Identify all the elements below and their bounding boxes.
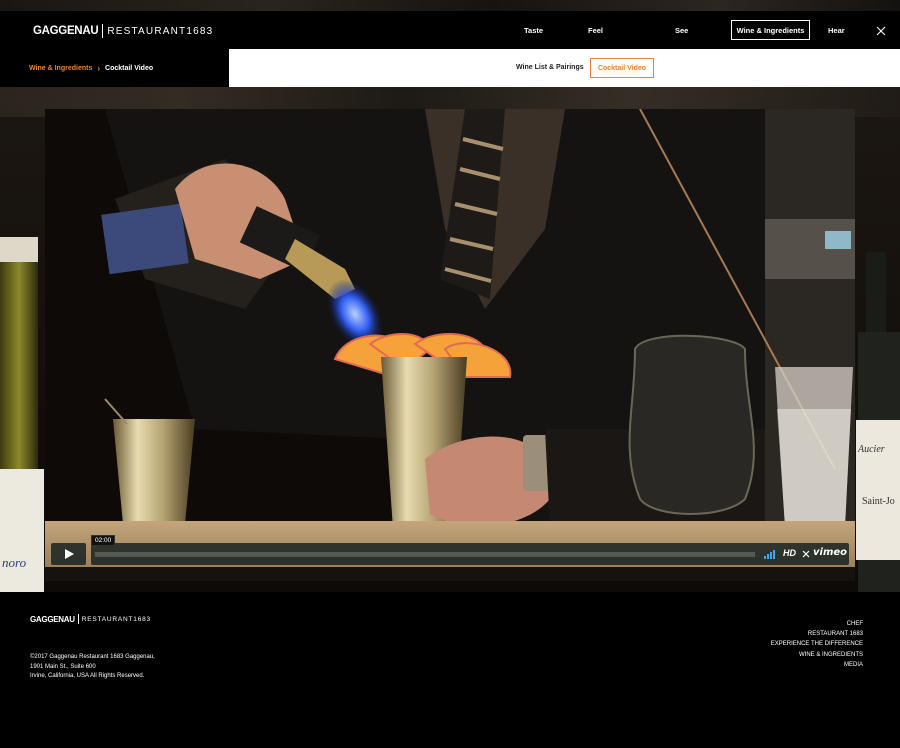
nav-taste[interactable]: Taste bbox=[524, 26, 543, 35]
video-frame-image bbox=[45, 109, 855, 581]
subnav-cocktail-video[interactable]: Cocktail Video bbox=[590, 58, 654, 78]
play-icon bbox=[64, 549, 74, 559]
vimeo-logo[interactable]: vimeo bbox=[813, 547, 847, 558]
nav-feel[interactable]: Feel bbox=[588, 26, 603, 35]
footer-links: CHEF RESTAURANT 1683 EXPERIENCE THE DIFF… bbox=[771, 619, 863, 670]
address-line: Irvine, California, USA All Rights Reser… bbox=[30, 673, 145, 680]
footer-brand-subtitle: RESTAURANT1683 bbox=[81, 615, 151, 623]
wine-bottle-right-image: Aucier Saint-Jo bbox=[856, 252, 900, 592]
brand-divider bbox=[102, 24, 104, 38]
footer-brand-name: GAGGENAU bbox=[30, 614, 75, 624]
nav-see[interactable]: See bbox=[675, 26, 688, 35]
progress-track[interactable] bbox=[95, 552, 755, 557]
footer-link-chef[interactable]: CHEF bbox=[771, 619, 863, 629]
footer: GAGGENAU RESTAURANT1683 ©2017 Gaggenau R… bbox=[0, 592, 900, 748]
volume-icon[interactable] bbox=[764, 549, 778, 559]
hero-background: noro Aucier Saint-Jo HD vimeo 02:00 bbox=[0, 87, 900, 592]
subnav: Wine & Ingredients › Cocktail Video Wine… bbox=[0, 49, 900, 87]
nav-wine-ingredients[interactable]: Wine & Ingredients bbox=[731, 20, 810, 40]
top-strip bbox=[0, 0, 900, 11]
footer-address: ©2017 Gaggenau Restaurant 1683 Gaggenau,… bbox=[30, 653, 155, 682]
address-line: ©2017 Gaggenau Restaurant 1683 Gaggenau, bbox=[30, 654, 155, 660]
breadcrumb-parent[interactable]: Wine & Ingredients bbox=[29, 65, 92, 72]
nav-hear[interactable]: Hear bbox=[828, 26, 845, 35]
footer-brand-divider bbox=[77, 614, 79, 624]
hd-toggle[interactable]: HD bbox=[783, 548, 796, 558]
subnav-wine-list[interactable]: Wine List & Pairings bbox=[516, 64, 584, 71]
wine-bottle-left-image: noro bbox=[0, 237, 44, 592]
fullscreen-icon[interactable] bbox=[802, 550, 810, 558]
footer-link-media[interactable]: MEDIA bbox=[771, 660, 863, 670]
address-line: 1901 Main St., Suite 600 bbox=[30, 663, 96, 670]
bottle-label-text: Aucier bbox=[857, 444, 885, 455]
breadcrumb: Wine & Ingredients › Cocktail Video bbox=[29, 64, 153, 73]
bottle-label-text: Saint-Jo bbox=[862, 496, 895, 507]
video-controls: HD vimeo 02:00 bbox=[51, 535, 849, 565]
breadcrumb-current: Cocktail Video bbox=[105, 65, 154, 72]
brand-subtitle: RESTAURANT1683 bbox=[107, 25, 214, 37]
chevron-right-icon: › bbox=[97, 64, 101, 73]
video-time: 02:00 bbox=[91, 535, 116, 546]
video-player[interactable]: HD vimeo 02:00 bbox=[45, 109, 855, 581]
video-progress-bar[interactable]: HD vimeo bbox=[91, 543, 849, 565]
brand-logo[interactable]: GAGGENAU RESTAURANT1683 bbox=[33, 24, 213, 38]
footer-link-experience[interactable]: EXPERIENCE THE DIFFERENCE bbox=[771, 639, 863, 649]
close-icon[interactable] bbox=[876, 26, 886, 36]
footer-link-restaurant[interactable]: RESTAURANT 1683 bbox=[771, 629, 863, 639]
brand-name: GAGGENAU bbox=[33, 25, 99, 37]
footer-brand-logo[interactable]: GAGGENAU RESTAURANT1683 bbox=[30, 614, 151, 624]
subnav-links-panel: Wine List & Pairings Cocktail Video bbox=[229, 49, 900, 87]
play-button[interactable] bbox=[51, 543, 86, 565]
header: GAGGENAU RESTAURANT1683 Taste Feel See W… bbox=[0, 11, 900, 49]
bottle-label-text: noro bbox=[2, 555, 27, 570]
footer-link-wine-ingredients[interactable]: WINE & INGREDIENTS bbox=[771, 650, 863, 660]
